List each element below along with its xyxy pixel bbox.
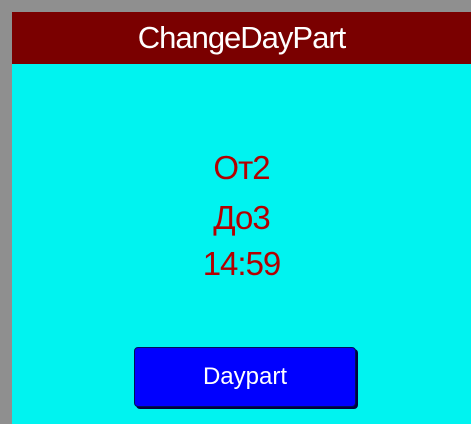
daypart-button[interactable]: Daypart: [134, 347, 356, 407]
time-label: 14:59: [202, 245, 282, 282]
from-label: От2: [213, 149, 270, 186]
to-label: До3: [213, 199, 270, 236]
daypart-info: От2 До3 14:59: [12, 143, 471, 285]
change-daypart-window: ChangeDayPart От2 До3 14:59 Daypart: [12, 12, 471, 424]
window-title: ChangeDayPart: [12, 12, 471, 64]
